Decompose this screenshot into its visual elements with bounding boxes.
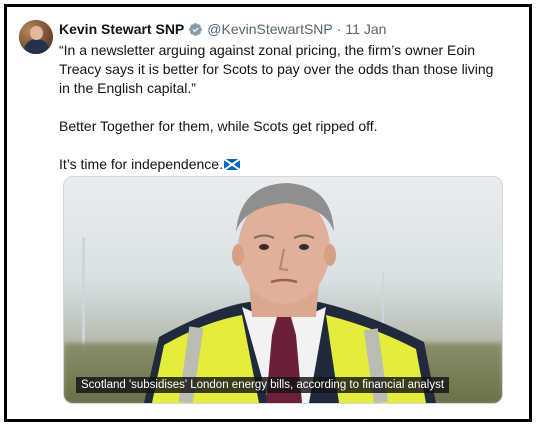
tweet-text: “In a newsletter arguing against zonal p… — [59, 41, 499, 174]
author-handle[interactable]: @KevinStewartSNP — [207, 20, 332, 38]
header-separator: · — [336, 21, 342, 37]
media-caption: Scotland 'subsidises' London energy bill… — [76, 377, 450, 393]
tweet-header: Kevin Stewart SNP @KevinStewartSNP · 11 … — [59, 20, 386, 38]
tweet-media-image[interactable]: Scotland 'subsidises' London energy bill… — [63, 176, 503, 404]
scotland-flag-icon — [223, 159, 240, 170]
man-in-hi-vis-figure — [144, 183, 436, 403]
tweet-date[interactable]: 11 Jan — [345, 20, 386, 38]
tweet-card: Kevin Stewart SNP @KevinStewartSNP · 11 … — [4, 4, 532, 422]
author-avatar[interactable] — [19, 20, 53, 54]
verified-badge-icon — [189, 22, 203, 36]
author-name[interactable]: Kevin Stewart SNP — [59, 20, 184, 38]
tweet-text-content: “In a newsletter arguing against zonal p… — [59, 42, 494, 172]
